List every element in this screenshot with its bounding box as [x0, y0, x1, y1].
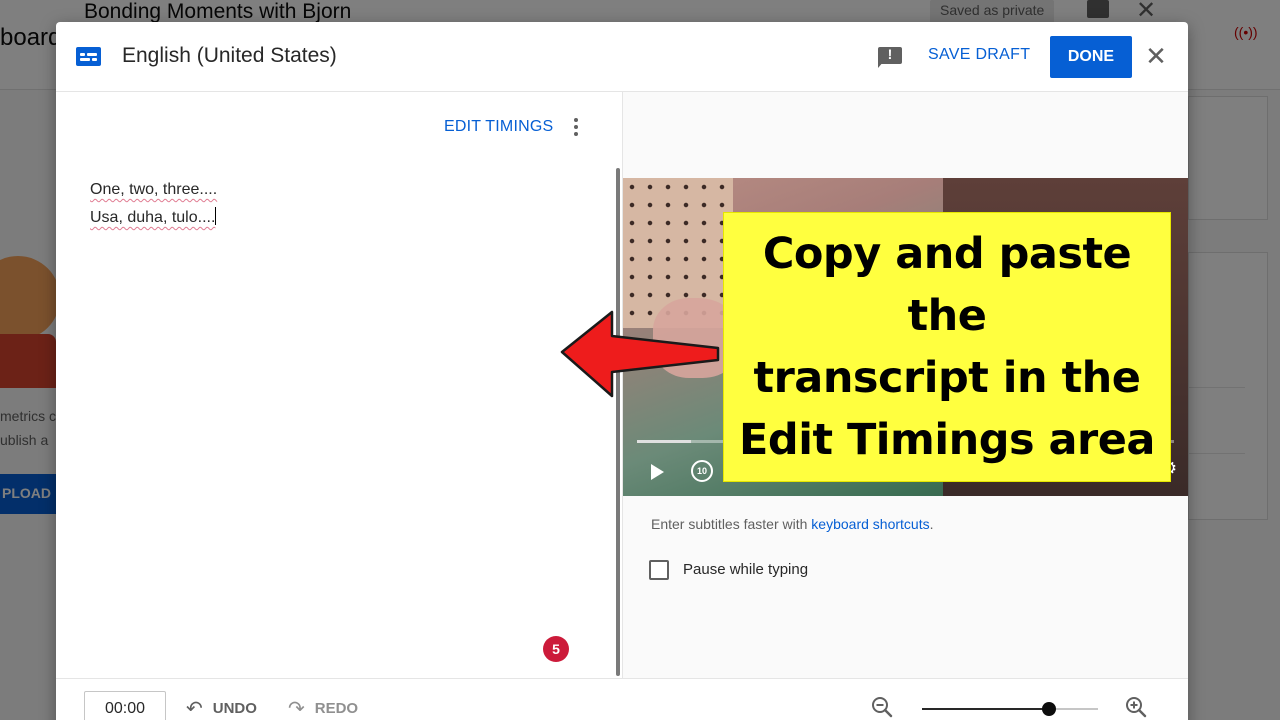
timecode-input[interactable] [84, 691, 166, 720]
error-count-badge: 5 [543, 636, 569, 662]
replay-10-icon[interactable]: 10 [691, 460, 713, 482]
transcript-textarea[interactable]: One, two, three.... Usa, duha, tulo.... [90, 176, 570, 232]
callout-line: transcript in the [753, 353, 1141, 403]
callout-line: Copy and paste the [762, 229, 1132, 341]
dialog-header: English (United States) ! SAVE DRAFT DON… [56, 22, 1188, 92]
video-progress-fill [637, 440, 691, 443]
pause-while-typing-label[interactable]: Pause while typing [683, 561, 808, 578]
subtitles-icon [76, 47, 101, 66]
undo-icon: ↶ [186, 697, 203, 720]
callout-text: Copy and paste the transcript in the Edi… [724, 223, 1170, 471]
tutorial-callout: Copy and paste the transcript in the Edi… [723, 212, 1171, 482]
more-vert-icon[interactable] [570, 118, 582, 138]
transcript-panel: EDIT TIMINGS One, two, three.... Usa, du… [56, 92, 622, 680]
play-icon[interactable] [651, 464, 664, 480]
save-draft-button[interactable]: SAVE DRAFT [916, 46, 1042, 64]
text-caret [215, 207, 217, 225]
transcript-line: Usa, duha, tulo.... [90, 204, 570, 232]
shortcuts-hint-suffix: . [929, 516, 934, 532]
done-button[interactable]: DONE [1050, 36, 1132, 78]
undo-label: UNDO [212, 699, 257, 717]
transcript-line-text: Usa, duha, tulo.... [90, 209, 216, 226]
close-icon[interactable]: ✕ [1142, 42, 1170, 70]
shortcuts-hint: Enter subtitles faster with keyboard sho… [651, 516, 933, 532]
zoom-slider-thumb[interactable] [1041, 702, 1056, 716]
feedback-icon[interactable]: ! [878, 46, 902, 68]
pause-while-typing-checkbox[interactable] [649, 560, 669, 580]
tutorial-arrow-icon [560, 310, 720, 398]
keyboard-shortcuts-link[interactable]: keyboard shortcuts [811, 516, 929, 532]
undo-button[interactable]: ↶ UNDO [186, 695, 257, 720]
zoom-out-icon[interactable] [870, 695, 894, 719]
zoom-slider[interactable] [922, 697, 1098, 720]
shortcuts-hint-prefix: Enter subtitles faster with [651, 516, 812, 532]
edit-timings-button[interactable]: EDIT TIMINGS [444, 118, 553, 136]
feedback-mark: ! [887, 46, 893, 62]
transcript-line: One, two, three.... [90, 181, 218, 198]
zoom-slider-track-rest [1048, 708, 1098, 710]
zoom-in-icon[interactable] [1124, 695, 1148, 719]
callout-line: Edit Timings area [739, 415, 1155, 465]
redo-button[interactable]: ↷ REDO [288, 695, 358, 720]
language-title: English (United States) [122, 44, 337, 67]
transcript-scrollbar[interactable] [616, 168, 620, 676]
redo-icon: ↷ [288, 697, 305, 720]
editor-toolbar: ↶ UNDO ↷ REDO [56, 678, 1188, 720]
redo-label: REDO [314, 699, 359, 717]
